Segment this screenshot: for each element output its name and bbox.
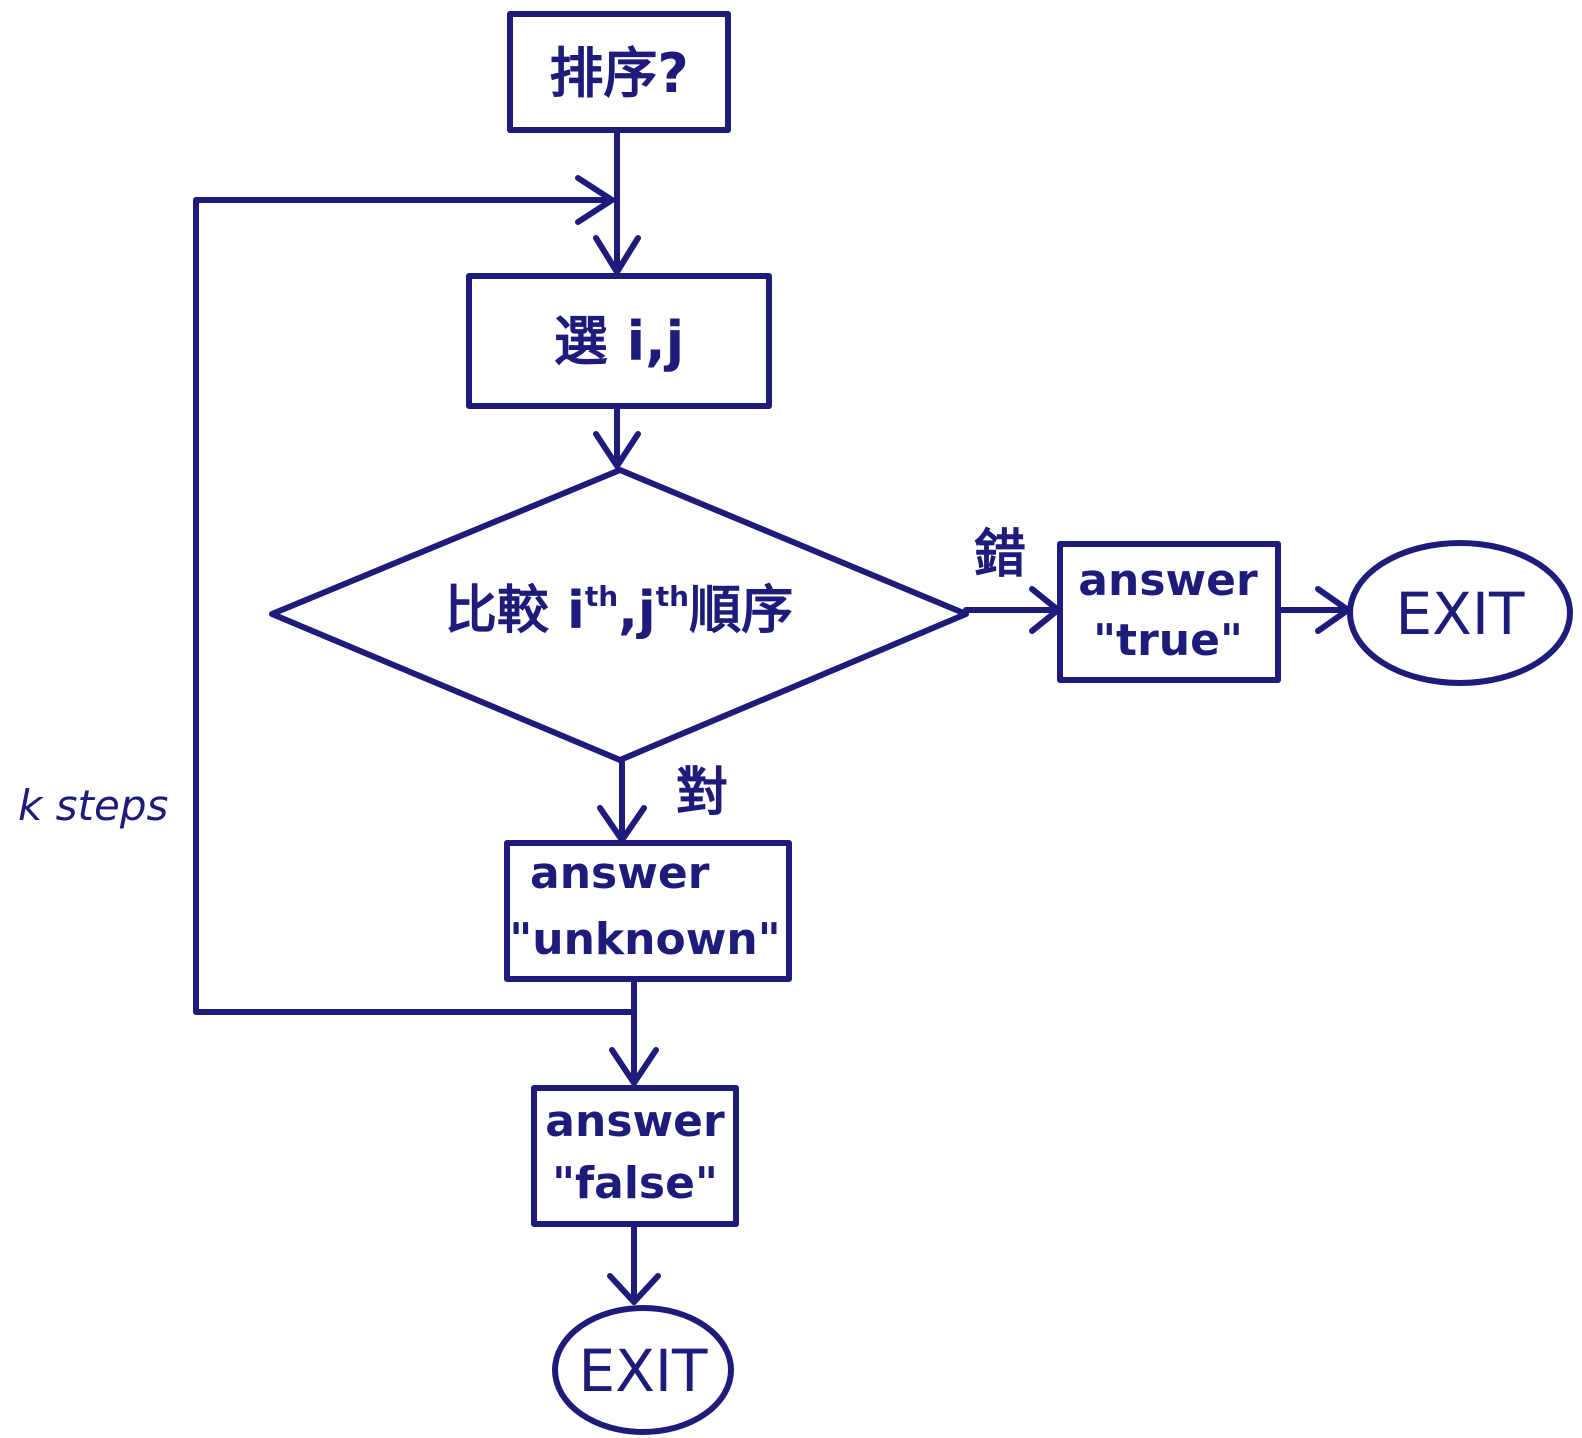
flowchart: 排序? 選 i,j 比較 ith,jth順序 answer "true" EXI…	[18, 11, 1573, 1435]
answer-true-line2: "true"	[1093, 615, 1243, 666]
edge-label-loop: k steps	[18, 781, 168, 830]
node-start: 排序?	[507, 11, 731, 133]
edge-label-wrong: 錯	[974, 525, 1026, 585]
compare-label: 比較 ith,jth順序	[445, 580, 793, 641]
exit-right-label: EXIT	[1396, 580, 1525, 648]
compare-suffix: 順序	[689, 581, 793, 641]
compare-i-sup: th	[585, 580, 618, 613]
answer-false-line1: answer	[545, 1096, 725, 1147]
node-compare: 比較 ith,jth順序	[269, 467, 969, 763]
compare-sep: ,	[618, 581, 638, 641]
start-label: 排序?	[549, 42, 688, 105]
compare-j: j	[636, 581, 656, 641]
select-label: 選 i,j	[554, 310, 684, 373]
edge-label-right: 對	[676, 763, 728, 823]
node-answer-false: answer "false"	[531, 1085, 739, 1227]
node-exit-bottom: EXIT	[552, 1305, 734, 1435]
answer-unknown-line1: answer	[530, 848, 710, 899]
node-select: 選 i,j	[466, 273, 772, 409]
answer-false-line2: "false"	[552, 1158, 718, 1209]
compare-i: i	[567, 581, 585, 641]
answer-true-line1: answer	[1078, 555, 1258, 606]
compare-prefix: 比較	[445, 581, 567, 641]
node-answer-unknown: answer "unknown"	[504, 840, 792, 982]
exit-bottom-label: EXIT	[579, 1337, 708, 1405]
node-exit-right: EXIT	[1347, 540, 1573, 686]
node-answer-true: answer "true"	[1057, 541, 1281, 683]
compare-j-sup: th	[656, 580, 689, 613]
answer-unknown-line2: "unknown"	[509, 914, 780, 965]
